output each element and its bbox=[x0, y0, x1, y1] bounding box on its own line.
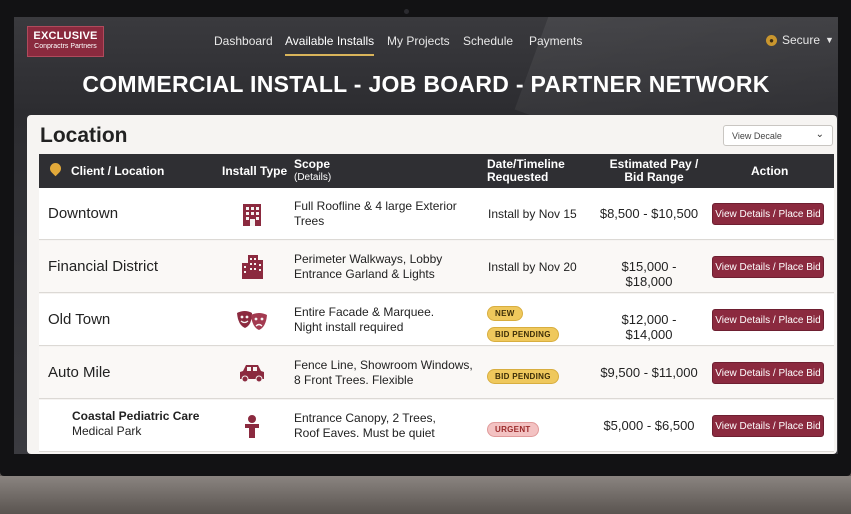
lock-icon: ● bbox=[766, 34, 777, 46]
row-pay: $8,500 - $10,500 bbox=[599, 206, 699, 221]
location-line-1: Coastal Pediatric Care bbox=[72, 409, 200, 423]
bid-pending-badge: BID PENDING bbox=[487, 327, 559, 342]
header-action: Action bbox=[751, 164, 789, 178]
row-scope: Entire Facade & Marquee. Night install r… bbox=[294, 305, 474, 335]
nav-schedule[interactable]: Schedule bbox=[463, 34, 513, 56]
row-scope: Perimeter Walkways, Lobby Entrance Garla… bbox=[294, 252, 474, 282]
top-nav: EXCLUSIVE Conpractrs Partners Dashboard … bbox=[14, 17, 838, 63]
row-location: Old Town bbox=[48, 311, 111, 328]
row-location: Financial District bbox=[48, 258, 159, 275]
view-details-place-bid-button[interactable]: View Details / Place Bid bbox=[712, 256, 824, 278]
brand-line1: EXCLUSIVE bbox=[33, 30, 98, 42]
urgent-badge: URGENT bbox=[487, 422, 539, 437]
brand-logo[interactable]: EXCLUSIVE Conpractrs Partners bbox=[27, 26, 104, 57]
table-header: Client / Location Install Type Scope (De… bbox=[39, 154, 834, 188]
row-location: Downtown bbox=[48, 205, 119, 222]
view-select[interactable]: View Decale ⌄ bbox=[723, 125, 833, 146]
header-scope-label: Scope bbox=[294, 157, 331, 171]
row-pay: $5,000 - $6,500 bbox=[603, 418, 695, 433]
nav-available-installs[interactable]: Available Installs bbox=[285, 34, 375, 56]
screen: EXCLUSIVE Conpractrs Partners Dashboard … bbox=[14, 17, 838, 454]
scope-line-1: Entire Facade & Marquee. bbox=[294, 305, 435, 319]
scope-line-2: Roof Eaves. Must be quiet bbox=[294, 426, 435, 440]
secure-label: Secure bbox=[782, 33, 821, 47]
header-location: Client / Location bbox=[71, 164, 165, 178]
location-pin-icon bbox=[47, 160, 64, 177]
row-badges: URGENT bbox=[487, 419, 539, 440]
table-row: Auto Mile Fence Line, Showroom Windows, … bbox=[39, 347, 834, 399]
row-timeline: Install by Nov 15 bbox=[488, 207, 577, 221]
view-details-place-bid-button[interactable]: View Details / Place Bid bbox=[712, 309, 824, 331]
header-scope: Scope (Details) bbox=[294, 158, 331, 184]
monitor-stand-area bbox=[0, 476, 851, 514]
scope-line-2: Night install required bbox=[294, 320, 404, 334]
chevron-down-icon: ▼ bbox=[825, 35, 834, 45]
skyscraper-icon bbox=[242, 255, 263, 279]
panel-heading: Location bbox=[40, 124, 128, 147]
webcam bbox=[404, 9, 409, 14]
header-timeline-2: Requested bbox=[487, 170, 549, 184]
secure-menu[interactable]: ● Secure ▼ bbox=[766, 33, 834, 47]
row-badges: NEW BID PENDING bbox=[487, 303, 559, 345]
scope-line-1: Perimeter Walkways, Lobby bbox=[294, 252, 443, 266]
row-scope: Fence Line, Showroom Windows, 8 Front Tr… bbox=[294, 358, 474, 388]
header-pay: Estimated Pay / Bid Range bbox=[604, 158, 704, 184]
monitor-bezel: EXCLUSIVE Conpractrs Partners Dashboard … bbox=[0, 0, 851, 476]
theater-masks-icon bbox=[237, 311, 267, 330]
chevron-down-icon: ⌄ bbox=[815, 129, 824, 140]
view-details-place-bid-button[interactable]: View Details / Place Bid bbox=[712, 415, 824, 437]
row-pay: $15,000 - $18,000 bbox=[621, 259, 677, 289]
view-details-place-bid-button[interactable]: View Details / Place Bid bbox=[712, 203, 824, 225]
page-title: COMMERCIAL INSTALL - JOB BOARD - PARTNER… bbox=[82, 71, 770, 97]
job-board-panel: Location View Decale ⌄ Client / Location… bbox=[27, 115, 837, 454]
row-pay: $12,000 - $14,000 bbox=[621, 312, 677, 342]
row-badges: BID PENDING bbox=[487, 366, 559, 387]
new-badge: NEW bbox=[487, 306, 523, 321]
row-location: Auto Mile bbox=[48, 364, 111, 381]
bid-pending-badge: BID PENDING bbox=[487, 369, 559, 384]
table-row: Old Town Entire Facade & Marquee. Night … bbox=[39, 294, 834, 346]
table-row: Coastal Pediatric Care Medical Park Entr… bbox=[39, 400, 834, 452]
view-details-place-bid-button[interactable]: View Details / Place Bid bbox=[712, 362, 824, 384]
row-scope: Full Roofline & 4 large Exterior Trees bbox=[294, 199, 474, 229]
car-icon bbox=[240, 365, 264, 383]
header-pay-2: Bid Range bbox=[624, 170, 684, 184]
nav-my-projects[interactable]: My Projects bbox=[387, 34, 450, 56]
nav-payments[interactable]: Payments bbox=[529, 34, 582, 56]
location-line-2: Medical Park bbox=[72, 424, 142, 438]
row-timeline: Install by Nov 20 bbox=[488, 260, 577, 274]
view-select-value: View Decale bbox=[732, 131, 782, 141]
office-building-icon bbox=[243, 204, 261, 226]
scope-line-2: 8 Front Trees. Flexible bbox=[294, 373, 414, 387]
row-location: Coastal Pediatric Care Medical Park bbox=[72, 409, 199, 439]
scope-line-1: Full Roofline & 4 large Exterior bbox=[294, 199, 457, 213]
header-scope-sub: (Details) bbox=[294, 172, 332, 183]
table-row: Financial District Perimeter Walkways, L… bbox=[39, 241, 834, 293]
row-pay: $9,500 - $11,000 bbox=[600, 365, 698, 380]
scope-line-1: Fence Line, Showroom Windows, bbox=[294, 358, 473, 372]
person-icon bbox=[245, 415, 259, 438]
header-timeline: Date/Timeline Requested bbox=[487, 158, 565, 184]
scope-line-2: Entrance Garland & Lights bbox=[294, 267, 435, 281]
table-row: Downtown Full Roofline & 4 large Exterio… bbox=[39, 188, 834, 240]
header-install-type: Install Type bbox=[222, 164, 288, 178]
brand-line2: Conpractrs Partners bbox=[34, 43, 97, 50]
scope-line-2: Trees bbox=[294, 214, 325, 228]
nav-dashboard[interactable]: Dashboard bbox=[214, 34, 273, 56]
row-scope: Entrance Canopy, 2 Trees, Roof Eaves. Mu… bbox=[294, 411, 474, 441]
scope-line-1: Entrance Canopy, 2 Trees, bbox=[294, 411, 436, 425]
